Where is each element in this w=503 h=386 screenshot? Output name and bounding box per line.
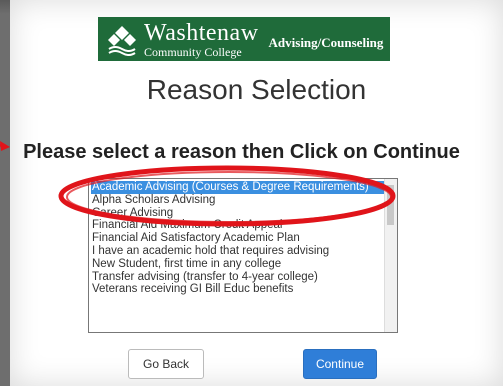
college-subtitle: Community College — [144, 44, 242, 59]
instruction-text: Please select a reason then Click on Con… — [23, 141, 460, 163]
reason-selection-page: Washtenaw Community College Advising/Cou… — [10, 0, 503, 386]
reason-option[interactable]: New Student, first time in any college — [91, 258, 395, 271]
college-logo-icon — [104, 21, 140, 57]
scrollbar-thumb[interactable] — [387, 185, 394, 225]
reason-option[interactable]: Financial Aid Maximum Credit Appeal — [91, 219, 395, 232]
reason-option[interactable]: Academic Advising (Courses & Degree Requ… — [91, 181, 395, 194]
reason-listbox[interactable]: Academic Advising (Courses & Degree Requ… — [88, 178, 398, 333]
continue-button[interactable]: Continue — [303, 349, 377, 379]
reason-option[interactable]: Veterans receiving GI Bill Educ benefits — [91, 283, 395, 296]
department-label: Advising/Counseling — [268, 35, 384, 50]
college-name: Washtenaw — [144, 19, 259, 46]
college-name-block: Washtenaw Community College — [144, 21, 259, 58]
listbox-scrollbar[interactable] — [384, 179, 397, 332]
annotation-arrow-icon — [0, 141, 10, 151]
go-back-button[interactable]: Go Back — [128, 349, 204, 379]
reason-option[interactable]: Alpha Scholars Advising — [91, 194, 395, 207]
reason-option[interactable]: Career Advising — [91, 207, 395, 220]
page-title: Reason Selection — [146, 74, 367, 105]
reason-option[interactable]: Transfer advising (transfer to 4-year co… — [91, 271, 395, 284]
reason-option[interactable]: I have an academic hold that requires ad… — [91, 245, 395, 258]
college-logo-banner: Washtenaw Community College Advising/Cou… — [98, 17, 390, 61]
reason-option[interactable]: Financial Aid Satisfactory Academic Plan — [91, 232, 395, 245]
